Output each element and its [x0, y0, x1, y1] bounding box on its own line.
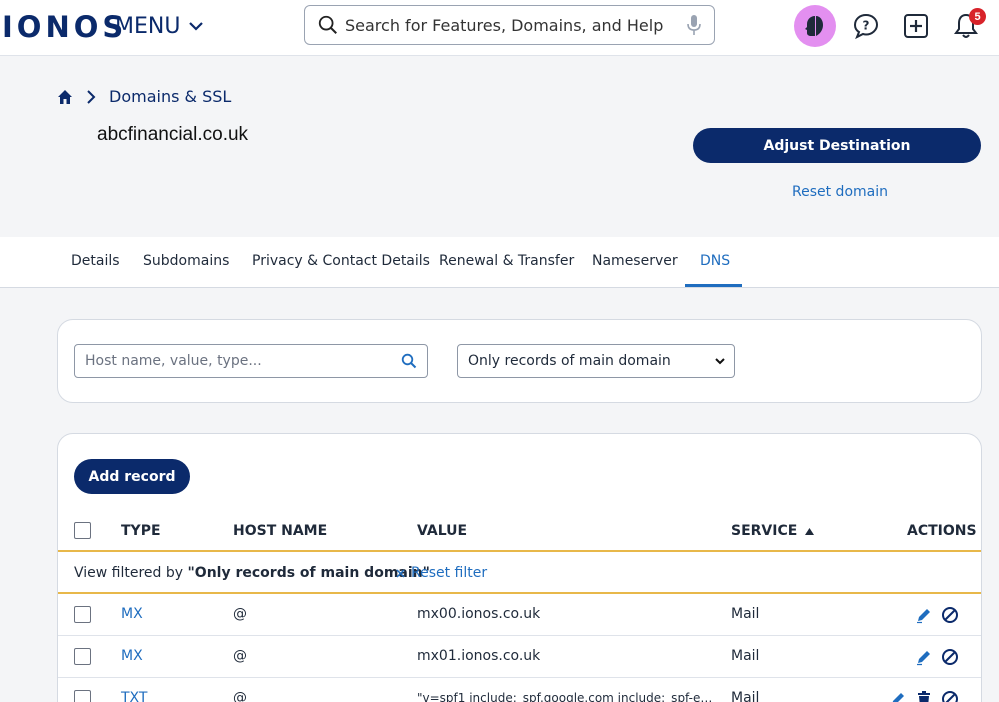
row-checkbox[interactable] — [74, 690, 91, 702]
record-search-input[interactable] — [85, 353, 401, 369]
record-service: Mail — [731, 690, 760, 702]
reset-filter-link[interactable]: Reset filter — [396, 565, 487, 581]
domain-title: abcfinancial.co.uk — [97, 124, 249, 145]
row-checkbox[interactable] — [74, 648, 91, 665]
column-header-service-label: SERVICE — [731, 523, 798, 539]
record-search[interactable] — [74, 344, 428, 378]
avatar[interactable] — [794, 5, 836, 47]
menu-label: MENU — [115, 13, 181, 39]
adjust-destination-button[interactable]: Adjust Destination — [693, 128, 981, 163]
record-value: mx00.ionos.co.uk — [417, 606, 541, 622]
user-avatar-icon — [805, 16, 823, 36]
record-scope-value: Only records of main domain — [468, 353, 671, 369]
record-type[interactable]: MX — [121, 648, 143, 664]
top-bar: IONOS MENU ? 5 — [0, 0, 999, 56]
record-scope-select[interactable]: Only records of main domain — [457, 344, 735, 378]
breadcrumb-domains-ssl[interactable]: Domains & SSL — [109, 87, 231, 106]
chevron-down-icon — [715, 358, 725, 365]
notification-badge: 5 — [969, 8, 986, 25]
filter-note-prefix: View filtered by — [74, 565, 188, 581]
edit-icon[interactable] — [889, 690, 907, 702]
tab-renewal-transfer[interactable]: Renewal & Transfer — [439, 253, 574, 269]
global-search-input[interactable] — [345, 15, 686, 35]
active-filter-banner: View filtered by "Only records of main d… — [58, 550, 981, 594]
tab-dns[interactable]: DNS — [700, 253, 730, 269]
record-host: @ — [233, 606, 247, 622]
ionos-logo[interactable]: IONOS — [2, 10, 127, 44]
tab-nameserver[interactable]: Nameserver — [592, 253, 678, 269]
sort-ascending-icon — [805, 527, 815, 535]
record-value: "v=spf1 include:_spf.google.com include:… — [417, 691, 717, 702]
domain-tabs: Details Subdomains Privacy & Contact Det… — [0, 237, 999, 288]
help-button[interactable]: ? — [846, 6, 886, 46]
add-square-icon — [904, 14, 928, 38]
column-header-type[interactable]: TYPE — [121, 523, 161, 539]
dns-records-panel: Add record TYPE HOST NAME VALUE SERVICE … — [57, 433, 982, 702]
record-type[interactable]: MX — [121, 606, 143, 622]
disable-icon[interactable] — [941, 648, 959, 666]
reset-filter-label: Reset filter — [411, 565, 488, 581]
active-tab-indicator — [685, 284, 742, 287]
reset-domain-link[interactable]: Reset domain — [792, 184, 888, 200]
menu-button[interactable]: MENU — [115, 12, 206, 40]
record-type[interactable]: TXT — [121, 690, 147, 702]
close-icon — [396, 568, 405, 578]
global-search[interactable] — [304, 5, 715, 45]
table-row: MX @ mx01.ionos.co.uk Mail — [58, 636, 981, 678]
tab-privacy-contact[interactable]: Privacy & Contact Details — [252, 253, 430, 269]
search-icon — [318, 15, 337, 34]
chevron-right-icon — [87, 89, 96, 104]
table-row: MX @ mx00.ionos.co.uk Mail — [58, 594, 981, 636]
record-host: @ — [233, 690, 247, 702]
record-host: @ — [233, 648, 247, 664]
record-service: Mail — [731, 606, 760, 622]
edit-icon[interactable] — [915, 648, 933, 666]
record-value: mx01.ionos.co.uk — [417, 648, 541, 664]
disable-icon[interactable] — [941, 606, 959, 624]
home-icon[interactable] — [57, 89, 73, 105]
column-header-service[interactable]: SERVICE — [731, 523, 815, 539]
microphone-icon[interactable] — [686, 14, 702, 36]
breadcrumb: Domains & SSL — [57, 87, 231, 106]
filter-panel: Only records of main domain — [57, 319, 982, 403]
select-all-checkbox[interactable] — [74, 522, 91, 539]
trash-icon[interactable] — [915, 690, 933, 702]
column-header-host[interactable]: HOST NAME — [233, 523, 327, 539]
row-checkbox[interactable] — [74, 606, 91, 623]
record-service: Mail — [731, 648, 760, 664]
tab-details[interactable]: Details — [71, 253, 120, 269]
table-row: TXT @ "v=spf1 include:_spf.google.com in… — [58, 678, 981, 702]
svg-text:?: ? — [863, 19, 870, 33]
tab-subdomains[interactable]: Subdomains — [143, 253, 229, 269]
filter-note-value: "Only records of main domain" — [187, 565, 430, 581]
add-button[interactable] — [896, 6, 936, 46]
column-header-value[interactable]: VALUE — [417, 523, 467, 539]
filter-note-text: View filtered by "Only records of main d… — [74, 565, 430, 581]
disable-icon[interactable] — [941, 690, 959, 702]
column-header-actions: ACTIONS — [907, 523, 977, 539]
add-record-button[interactable]: Add record — [74, 459, 190, 494]
chevron-down-icon — [189, 22, 204, 31]
edit-icon[interactable] — [915, 606, 933, 624]
search-icon[interactable] — [401, 353, 417, 369]
help-chat-icon: ? — [853, 13, 879, 40]
